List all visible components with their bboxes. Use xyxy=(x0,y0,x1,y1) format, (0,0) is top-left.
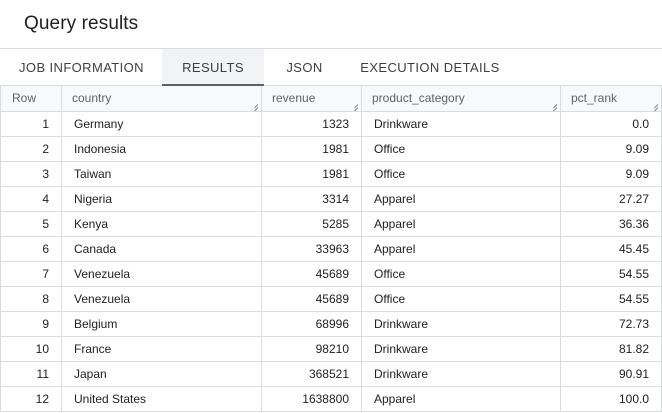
row-number-cell: 9 xyxy=(0,310,62,337)
pct-rank-cell: 27.27 xyxy=(560,185,662,212)
row-number-cell: 5 xyxy=(0,210,62,237)
table-body: 1 Germany 1323 Drinkware 0.0 2 Indonesia 1981 Of… xyxy=(0,110,662,412)
table-row: 1 Germany 1323 Drinkware 0.0 xyxy=(0,110,662,137)
row-number-cell: 2 xyxy=(0,135,62,162)
country-cell: Germany xyxy=(61,110,262,137)
product-category-cell: Drinkware xyxy=(361,360,561,387)
country-cell: United States xyxy=(61,385,262,412)
tab-job-information[interactable]: JOB INFORMATION xyxy=(1,49,162,85)
country-cell: Kenya xyxy=(61,210,262,237)
pct-rank-cell: 54.55 xyxy=(560,285,662,312)
revenue-cell: 3314 xyxy=(261,185,362,212)
product-category-cell: Drinkware xyxy=(361,310,561,337)
column-header-product-category: product_category xyxy=(361,86,561,112)
column-resize-icon[interactable] xyxy=(650,100,658,108)
revenue-cell: 1981 xyxy=(261,135,362,162)
revenue-cell: 1638800 xyxy=(261,385,362,412)
row-number-cell: 11 xyxy=(0,360,62,387)
country-cell: Venezuela xyxy=(61,285,262,312)
pct-rank-cell: 45.45 xyxy=(560,235,662,262)
table-row: 5 Kenya 5285 Apparel 36.36 xyxy=(0,210,662,237)
product-category-cell: Office xyxy=(361,160,561,187)
query-results-panel: Query results JOB INFORMATION RESULTS JS… xyxy=(0,0,662,413)
table-row: 2 Indonesia 1981 Office 9.09 xyxy=(0,135,662,162)
tab-bar: JOB INFORMATION RESULTS JSON EXECUTION D… xyxy=(0,49,662,86)
revenue-cell: 5285 xyxy=(261,210,362,237)
pct-rank-cell: 100.0 xyxy=(560,385,662,412)
product-category-cell: Office xyxy=(361,135,561,162)
revenue-cell: 45689 xyxy=(261,260,362,287)
pct-rank-cell: 81.82 xyxy=(560,335,662,362)
revenue-cell: 98210 xyxy=(261,335,362,362)
column-resize-icon[interactable] xyxy=(549,100,557,108)
revenue-cell: 1323 xyxy=(261,110,362,137)
table-row: 4 Nigeria 3314 Apparel 27.27 xyxy=(0,185,662,212)
revenue-cell: 45689 xyxy=(261,285,362,312)
revenue-cell: 1981 xyxy=(261,160,362,187)
row-number-cell: 7 xyxy=(0,260,62,287)
table-header-row: Row country revenue product_category pct… xyxy=(0,86,662,112)
table-row: 9 Belgium 68996 Drinkware 72.73 xyxy=(0,310,662,337)
country-cell: Indonesia xyxy=(61,135,262,162)
product-category-cell: Apparel xyxy=(361,210,561,237)
table-row: 10 France 98210 Drinkware 81.82 xyxy=(0,335,662,362)
table-row: 6 Canada 33963 Apparel 45.45 xyxy=(0,235,662,262)
row-number-cell: 10 xyxy=(0,335,62,362)
column-header-pct-rank: pct_rank xyxy=(560,86,662,112)
product-category-cell: Office xyxy=(361,285,561,312)
revenue-cell: 33963 xyxy=(261,235,362,262)
pct-rank-cell: 9.09 xyxy=(560,135,662,162)
country-cell: Taiwan xyxy=(61,160,262,187)
column-resize-icon[interactable] xyxy=(250,100,258,108)
table-row: 12 United States 1638800 Apparel 100.0 xyxy=(0,385,662,412)
results-table: Row country revenue product_category pct… xyxy=(0,86,662,412)
page-title: Query results xyxy=(24,13,139,34)
table-row: 8 Venezuela 45689 Office 54.55 xyxy=(0,285,662,312)
column-header-revenue: revenue xyxy=(261,86,362,112)
tab-results[interactable]: RESULTS xyxy=(162,49,264,86)
tab-execution-details[interactable]: EXECUTION DETAILS xyxy=(345,49,515,85)
row-number-cell: 4 xyxy=(0,185,62,212)
revenue-cell: 368521 xyxy=(261,360,362,387)
column-header-row: Row xyxy=(0,86,62,112)
row-number-cell: 6 xyxy=(0,235,62,262)
revenue-cell: 68996 xyxy=(261,310,362,337)
product-category-cell: Drinkware xyxy=(361,335,561,362)
pct-rank-cell: 72.73 xyxy=(560,310,662,337)
row-number-cell: 1 xyxy=(0,110,62,137)
product-category-cell: Drinkware xyxy=(361,110,561,137)
pct-rank-cell: 0.0 xyxy=(560,110,662,137)
country-cell: Canada xyxy=(61,235,262,262)
country-cell: Nigeria xyxy=(61,185,262,212)
product-category-cell: Apparel xyxy=(361,185,561,212)
row-number-cell: 12 xyxy=(0,385,62,412)
product-category-cell: Apparel xyxy=(361,235,561,262)
title-bar: Query results xyxy=(0,0,662,49)
product-category-cell: Apparel xyxy=(361,385,561,412)
column-resize-icon[interactable] xyxy=(350,100,358,108)
pct-rank-cell: 36.36 xyxy=(560,210,662,237)
country-cell: Venezuela xyxy=(61,260,262,287)
pct-rank-cell: 54.55 xyxy=(560,260,662,287)
table-row: 3 Taiwan 1981 Office 9.09 xyxy=(0,160,662,187)
row-number-cell: 3 xyxy=(0,160,62,187)
country-cell: Japan xyxy=(61,360,262,387)
pct-rank-cell: 9.09 xyxy=(560,160,662,187)
column-header-country: country xyxy=(61,86,262,112)
product-category-cell: Office xyxy=(361,260,561,287)
table-row: 7 Venezuela 45689 Office 54.55 xyxy=(0,260,662,287)
country-cell: Belgium xyxy=(61,310,262,337)
country-cell: France xyxy=(61,335,262,362)
pct-rank-cell: 90.91 xyxy=(560,360,662,387)
tab-json[interactable]: JSON xyxy=(264,49,345,85)
row-number-cell: 8 xyxy=(0,285,62,312)
table-row: 11 Japan 368521 Drinkware 90.91 xyxy=(0,360,662,387)
